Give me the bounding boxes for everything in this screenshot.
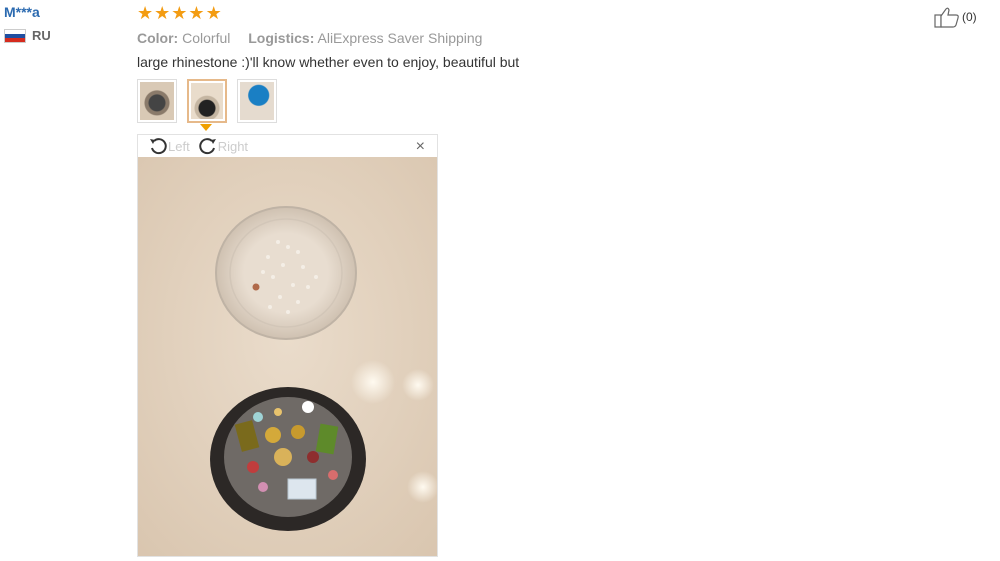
- rotate-right-button[interactable]: Right: [198, 136, 248, 156]
- color-label: Color:: [137, 30, 179, 46]
- viewer-toolbar: Left Right ×: [138, 135, 437, 157]
- star-icon: ★: [205, 3, 222, 23]
- reviewer-country: RU: [4, 28, 51, 43]
- color-value: Colorful: [182, 30, 231, 46]
- rotate-left-label: Left: [168, 138, 190, 154]
- star-icon: ★: [154, 3, 171, 23]
- thumbnail-image: [240, 82, 274, 120]
- photo-viewer: Left Right ×: [137, 134, 438, 557]
- thumbnail-photo-2[interactable]: [187, 79, 227, 123]
- thumbnail-photo-3[interactable]: [237, 79, 277, 123]
- reviewer-name: M***a: [4, 4, 40, 20]
- thumbnail-image: [191, 83, 223, 119]
- helpful-button[interactable]: (0): [934, 6, 977, 28]
- rotate-left-button[interactable]: Left: [148, 136, 190, 156]
- rotate-right-label: Right: [217, 138, 249, 154]
- review-thumbnails: [137, 79, 277, 123]
- thumbnail-photo-1[interactable]: [137, 79, 177, 123]
- star-icon: ★: [171, 3, 188, 23]
- review-photo: [138, 157, 437, 556]
- russia-flag-icon: [4, 28, 26, 43]
- thumbnail-image: [140, 82, 174, 120]
- review-photo-image: [138, 157, 437, 556]
- star-icon: ★: [137, 3, 154, 23]
- rotate-left-icon: [150, 138, 167, 155]
- logistics-value: AliExpress Saver Shipping: [317, 30, 483, 46]
- reviewer-info: M***a RU: [4, 4, 51, 43]
- rotate-right-icon: [198, 138, 216, 155]
- star-rating: ★ ★ ★ ★ ★: [137, 4, 997, 22]
- active-thumbnail-pointer: [200, 124, 212, 131]
- helpful-count: (0): [962, 10, 977, 24]
- review-text: large rhinestone :)'ll know whether even…: [137, 54, 520, 70]
- thumbs-up-icon: [934, 7, 959, 28]
- review-body: ★ ★ ★ ★ ★ Color: Colorful Logistics: Ali…: [137, 4, 997, 70]
- close-viewer-button[interactable]: ×: [416, 138, 425, 156]
- logistics-label: Logistics:: [248, 30, 315, 46]
- country-code: RU: [32, 28, 51, 43]
- star-icon: ★: [188, 3, 205, 23]
- order-attributes: Color: Colorful Logistics: AliExpress Sa…: [137, 30, 997, 46]
